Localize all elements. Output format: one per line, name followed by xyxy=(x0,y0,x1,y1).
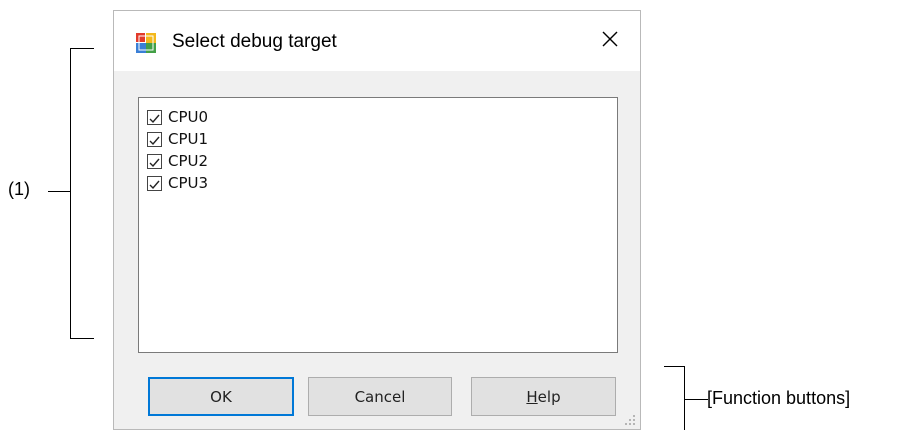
list-item-cpu3[interactable]: CPU3 xyxy=(147,172,208,194)
check-icon xyxy=(149,180,160,189)
cpu3-label: CPU3 xyxy=(168,174,209,192)
cpu1-label: CPU1 xyxy=(168,130,209,148)
cpu3-checkbox[interactable] xyxy=(147,175,162,191)
annotation-buttons-label: [Function buttons] xyxy=(707,388,851,408)
close-icon xyxy=(600,29,620,54)
annotation-list-bracket-top xyxy=(70,48,94,49)
help-mnemonic: H xyxy=(526,387,538,406)
annotation-list-bracket-bottom xyxy=(70,338,94,339)
annotation-buttons-bracket-top xyxy=(664,366,685,367)
resize-grip-icon[interactable] xyxy=(624,413,636,425)
cpu2-label: CPU2 xyxy=(168,152,209,170)
check-icon xyxy=(149,114,160,123)
select-debug-target-dialog: Select debug target CPU0 CPU1 CPU2 CPU3 … xyxy=(113,10,641,430)
check-icon xyxy=(149,136,160,145)
annotation-list-bracket xyxy=(70,48,71,338)
list-item-cpu2[interactable]: CPU2 xyxy=(147,150,208,172)
list-item-cpu0[interactable]: CPU0 xyxy=(147,106,208,128)
list-item-cpu1[interactable]: CPU1 xyxy=(147,128,208,150)
dialog-title: Select debug target xyxy=(172,31,337,52)
help-button[interactable]: Help xyxy=(471,377,616,416)
ok-button[interactable]: OK xyxy=(148,377,294,416)
cpu1-checkbox[interactable] xyxy=(147,131,162,147)
cancel-button[interactable]: Cancel xyxy=(308,377,452,416)
debug-target-list[interactable]: CPU0 CPU1 CPU2 CPU3 xyxy=(138,97,618,353)
annotation-list-leader xyxy=(48,191,70,192)
annotation-list-label: (1) xyxy=(8,179,30,199)
app-icon xyxy=(136,33,156,53)
help-label-rest: elp xyxy=(537,387,561,406)
title-bar: Select debug target xyxy=(114,11,640,71)
cpu0-checkbox[interactable] xyxy=(147,109,162,125)
close-button[interactable] xyxy=(580,11,640,71)
cpu0-label: CPU0 xyxy=(168,108,209,126)
annotation-buttons-leader xyxy=(684,399,708,400)
annotation-buttons-bracket xyxy=(684,366,685,430)
check-icon xyxy=(149,158,160,167)
cpu2-checkbox[interactable] xyxy=(147,153,162,169)
